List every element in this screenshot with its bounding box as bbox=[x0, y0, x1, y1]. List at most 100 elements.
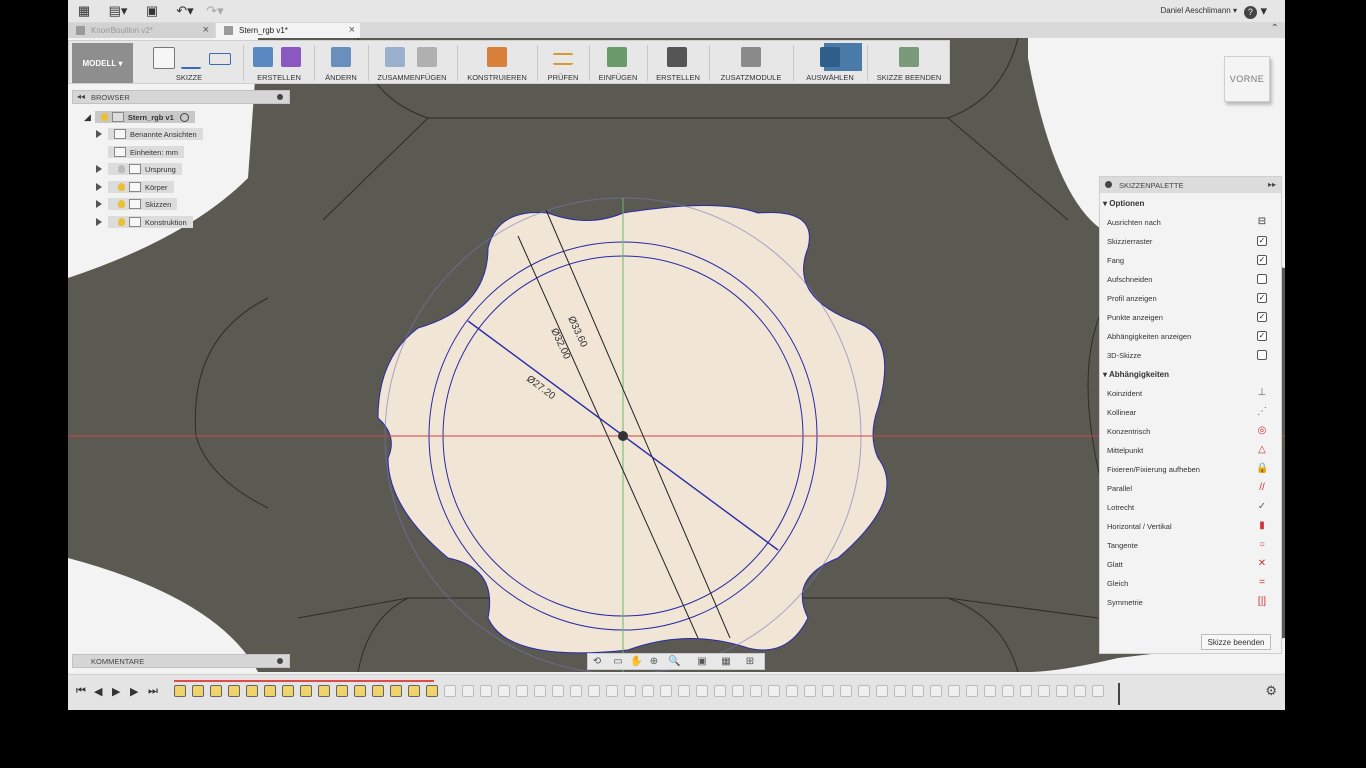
timeline-settings-gear-icon[interactable]: ⚙ bbox=[1265, 683, 1277, 699]
browser-item-skizzen[interactable]: Skizzen bbox=[96, 198, 178, 210]
expand-triangle-icon[interactable] bbox=[96, 218, 102, 226]
timeline-feature-icon[interactable] bbox=[282, 685, 294, 697]
palette-header[interactable]: SKIZZENPALETTE ▸▸ bbox=[1100, 177, 1281, 193]
constraint-icon[interactable]: ⊥ bbox=[1256, 387, 1268, 399]
timeline-feature-icon[interactable] bbox=[210, 685, 222, 697]
timeline-feature-icon[interactable] bbox=[498, 685, 510, 697]
timeline-feature-icon[interactable] bbox=[750, 685, 762, 697]
visibility-bulb-icon[interactable] bbox=[118, 218, 125, 226]
timeline-feature-icon[interactable] bbox=[588, 685, 600, 697]
sketch-pencil-icon[interactable] bbox=[153, 47, 175, 69]
expand-icon[interactable]: ◢ bbox=[84, 112, 91, 123]
viewports-icon[interactable]: ⊞ bbox=[744, 656, 756, 668]
pin-icon[interactable] bbox=[277, 94, 283, 100]
measure-icon[interactable] bbox=[553, 53, 573, 65]
browser-item-einheiten[interactable]: Einheiten: mm bbox=[108, 146, 184, 158]
go-to-start-icon[interactable]: ⏮ bbox=[76, 685, 86, 698]
palette-option-row[interactable]: 3D-Skizze bbox=[1107, 349, 1277, 363]
palette-constraint-row[interactable]: Konzentrisch ◎ bbox=[1107, 425, 1277, 439]
timeline-feature-icon[interactable] bbox=[660, 685, 672, 697]
timeline-feature-icon[interactable] bbox=[642, 685, 654, 697]
palette-constraint-row[interactable]: Gleich = bbox=[1107, 577, 1277, 591]
constraint-icon[interactable]: ○ bbox=[1256, 539, 1268, 551]
timeline-feature-icon[interactable] bbox=[552, 685, 564, 697]
stop-sketch-icon[interactable] bbox=[899, 47, 919, 67]
view-cube[interactable]: VORNE bbox=[1224, 56, 1270, 102]
timeline-feature-icon[interactable] bbox=[876, 685, 888, 697]
timeline-feature-icon[interactable] bbox=[948, 685, 960, 697]
timeline-feature-icon[interactable] bbox=[300, 685, 312, 697]
display-settings-icon[interactable]: ▣ bbox=[696, 656, 708, 668]
group-pruefen[interactable]: PRÜFEN bbox=[541, 43, 585, 83]
palette-constraint-row[interactable]: Fixieren/Fixierung aufheben 🔒 bbox=[1107, 463, 1277, 477]
timeline-feature-icon[interactable] bbox=[1038, 685, 1050, 697]
joint-icon[interactable] bbox=[385, 47, 405, 67]
redo-icon[interactable]: ↷▾ bbox=[204, 3, 226, 19]
expand-arrows-icon[interactable]: ▸▸ bbox=[1268, 180, 1276, 189]
timeline-feature-icon[interactable] bbox=[480, 685, 492, 697]
checkbox-checked[interactable]: ✓ bbox=[1257, 331, 1267, 341]
timeline-feature-icon[interactable] bbox=[318, 685, 330, 697]
origin-point[interactable] bbox=[618, 431, 628, 441]
palette-option-row[interactable]: Fang ✓ bbox=[1107, 254, 1277, 268]
constraint-icon[interactable]: // bbox=[1256, 482, 1268, 494]
checkbox-unchecked[interactable] bbox=[1257, 350, 1267, 360]
constraint-icon[interactable]: ◎ bbox=[1256, 425, 1268, 437]
expand-triangle-icon[interactable] bbox=[96, 183, 102, 191]
timeline-feature-icon[interactable] bbox=[1056, 685, 1068, 697]
group-skizze[interactable]: SKIZZE bbox=[139, 43, 239, 83]
browser-item-benannte-ansichten[interactable]: Benannte Ansichten bbox=[96, 128, 203, 140]
select-cursor-icon[interactable] bbox=[820, 47, 840, 67]
constraint-icon[interactable]: ▮ bbox=[1256, 520, 1268, 532]
constraints-section-header[interactable]: ▾ Abhängigkeiten bbox=[1103, 370, 1169, 379]
palette-constraint-row[interactable]: Glatt ✕ bbox=[1107, 558, 1277, 572]
form-icon[interactable] bbox=[281, 47, 301, 67]
create-drawing-icon[interactable] bbox=[667, 47, 687, 67]
timeline-feature-icon[interactable] bbox=[768, 685, 780, 697]
palette-option-row[interactable]: Abhängigkeiten anzeigen ✓ bbox=[1107, 330, 1277, 344]
timeline-feature-icon[interactable] bbox=[228, 685, 240, 697]
comments-panel-header[interactable]: KOMMENTARE bbox=[72, 654, 290, 668]
construct-plane-icon[interactable] bbox=[487, 47, 507, 67]
palette-constraint-row[interactable]: Parallel // bbox=[1107, 482, 1277, 496]
activate-radio-icon[interactable] bbox=[179, 112, 189, 122]
collapse-arrows-icon[interactable]: ◂◂ bbox=[77, 92, 85, 101]
checkbox-checked[interactable]: ✓ bbox=[1257, 236, 1267, 246]
browser-item-koerper[interactable]: Körper bbox=[96, 181, 174, 193]
timeline-feature-icon[interactable] bbox=[516, 685, 528, 697]
timeline-feature-icon[interactable] bbox=[840, 685, 852, 697]
timeline-feature-icon[interactable] bbox=[1074, 685, 1086, 697]
timeline-feature-icon[interactable] bbox=[678, 685, 690, 697]
align-icon[interactable]: ⊟ bbox=[1256, 216, 1268, 228]
constraint-icon[interactable]: = bbox=[1256, 577, 1268, 589]
palette-option-row[interactable]: Ausrichten nach ⊟ bbox=[1107, 216, 1277, 230]
timeline-feature-icon[interactable] bbox=[894, 685, 906, 697]
group-einfuegen[interactable]: EINFÜGEN bbox=[593, 43, 643, 83]
close-tab-icon[interactable]: × bbox=[349, 24, 355, 36]
help-button[interactable]: ? ▾ bbox=[1243, 3, 1267, 19]
group-zusatzmodule[interactable]: ZUSATZMODULE bbox=[713, 43, 789, 83]
timeline-feature-icon[interactable] bbox=[1020, 685, 1032, 697]
timeline-feature-icon[interactable] bbox=[372, 685, 384, 697]
look-at-icon[interactable]: ▭ bbox=[612, 656, 624, 668]
group-erstellen[interactable]: ERSTELLEN bbox=[247, 43, 311, 83]
user-menu[interactable]: Daniel Aeschlimann ▾ bbox=[1160, 6, 1237, 15]
save-icon[interactable]: ▣ bbox=[144, 3, 160, 19]
timeline-feature-icon[interactable] bbox=[822, 685, 834, 697]
constraint-icon[interactable]: △ bbox=[1256, 444, 1268, 456]
palette-option-row[interactable]: Skizzierraster ✓ bbox=[1107, 235, 1277, 249]
constraint-icon[interactable]: 🔒 bbox=[1256, 463, 1268, 475]
browser-item-ursprung[interactable]: Ursprung bbox=[96, 163, 182, 175]
browser-item-konstruktion[interactable]: Konstruktion bbox=[96, 216, 193, 228]
visibility-bulb-icon[interactable] bbox=[118, 183, 125, 191]
file-menu-icon[interactable]: ▤▾ bbox=[108, 3, 128, 19]
checkbox-unchecked[interactable] bbox=[1257, 274, 1267, 284]
palette-constraint-row[interactable]: Horizontal / Vertikal ▮ bbox=[1107, 520, 1277, 534]
timeline-feature-icon[interactable] bbox=[264, 685, 276, 697]
collapse-chevron-icon[interactable]: ⌃ bbox=[1271, 23, 1279, 34]
addins-icon[interactable] bbox=[741, 47, 761, 67]
checkbox-checked[interactable]: ✓ bbox=[1257, 293, 1267, 303]
timeline-feature-icon[interactable] bbox=[408, 685, 420, 697]
timeline-feature-icon[interactable] bbox=[966, 685, 978, 697]
timeline-feature-icon[interactable] bbox=[354, 685, 366, 697]
